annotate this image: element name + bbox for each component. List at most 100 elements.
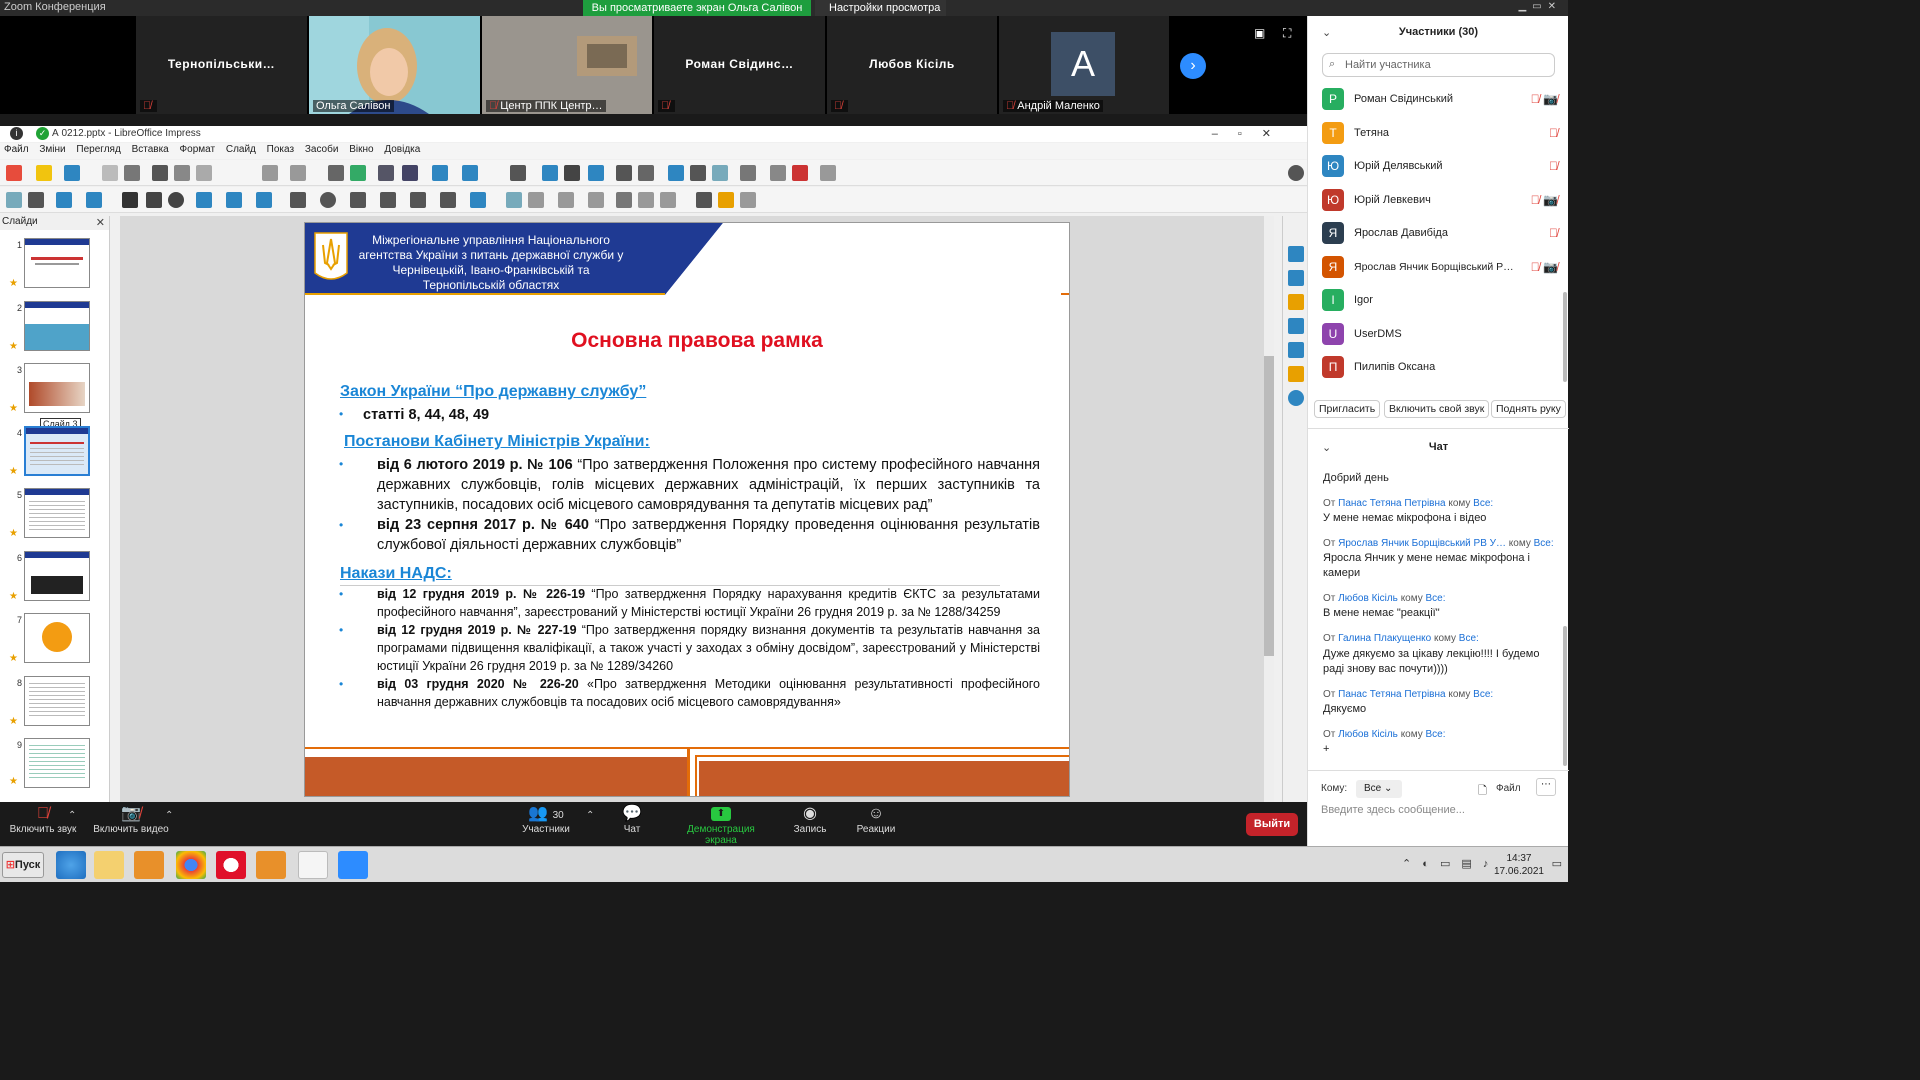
chrome-icon[interactable]: [176, 851, 206, 879]
slide-thumbnail-selected[interactable]: [24, 426, 90, 476]
crop-icon[interactable]: [638, 192, 654, 208]
taskbar-clock[interactable]: 14:37 17.06.2021: [1494, 852, 1544, 878]
fill-color-icon[interactable]: [86, 192, 102, 208]
find-icon[interactable]: [328, 165, 344, 181]
new-icon[interactable]: [6, 165, 22, 181]
delete-slide-icon[interactable]: [792, 165, 808, 181]
close-icon[interactable]: ✕: [96, 216, 105, 229]
file-explorer-icon[interactable]: [94, 851, 124, 879]
basic-shapes-icon[interactable]: [290, 192, 306, 208]
video-tile-active-speaker[interactable]: Ольга Салівон: [309, 16, 480, 114]
start-button[interactable]: ⊞Пуск: [2, 852, 44, 878]
chevron-up-icon[interactable]: ⌃: [586, 810, 594, 821]
print-icon[interactable]: [124, 165, 140, 181]
display-views-icon[interactable]: [402, 165, 418, 181]
zoom-app-icon[interactable]: [338, 851, 368, 879]
participants-button[interactable]: 👥 30 Участники: [518, 802, 574, 846]
show-draw-functions-icon[interactable]: [712, 165, 728, 181]
participant-row[interactable]: Т Тетяна 🎙̸: [1322, 122, 1562, 146]
shadow-icon[interactable]: [616, 192, 632, 208]
styles-icon[interactable]: [1288, 342, 1304, 358]
participant-row[interactable]: I Igor: [1322, 289, 1562, 313]
connector-icon[interactable]: [256, 192, 272, 208]
slide-thumbnail[interactable]: [24, 488, 90, 538]
gallery-icon[interactable]: [1288, 366, 1304, 382]
participant-row[interactable]: Ю Юрій Левкевич 🎙̸ 📷̸: [1322, 189, 1562, 213]
participants-scrollbar[interactable]: [1563, 292, 1567, 382]
master-slides-icon[interactable]: [1288, 318, 1304, 334]
media-icon[interactable]: [564, 165, 580, 181]
menu-help[interactable]: Довідка: [380, 143, 424, 156]
leave-button[interactable]: Выйти: [1246, 813, 1298, 836]
menu-window[interactable]: Вікно: [345, 143, 377, 156]
video-tile[interactable]: Тернопільськи… 🎙̸: [136, 16, 307, 114]
glue-points-icon[interactable]: [718, 192, 734, 208]
arrange-icon[interactable]: [558, 192, 574, 208]
document-icon[interactable]: [298, 851, 328, 879]
slide-layout-dropdown-icon[interactable]: [820, 165, 836, 181]
menu-show[interactable]: Показ: [263, 143, 298, 156]
view-options-button[interactable]: Настройки просмотра ⌄: [815, 0, 946, 30]
internet-explorer-icon[interactable]: [56, 851, 86, 879]
export-pdf-icon[interactable]: [102, 165, 118, 181]
grid-icon[interactable]: [378, 165, 394, 181]
start-video-button[interactable]: 📷̸ Включить видео: [92, 802, 170, 846]
participant-search-input[interactable]: Найти участника: [1322, 53, 1555, 77]
chat-recipient-select[interactable]: Все ⌄: [1356, 780, 1402, 798]
media-player-icon[interactable]: [134, 851, 164, 879]
unmute-button[interactable]: 🎙̸ Включить звук: [6, 802, 80, 846]
block-arrows-icon[interactable]: [350, 192, 366, 208]
curve-icon[interactable]: [226, 192, 242, 208]
reactions-button[interactable]: ☺ Реакции: [854, 802, 898, 846]
chat-button[interactable]: 💬 Чат: [612, 802, 652, 846]
special-character-icon[interactable]: [638, 165, 654, 181]
zoom-icon[interactable]: [28, 192, 44, 208]
slide-thumbnail[interactable]: [24, 551, 90, 601]
slide-thumbnail[interactable]: [24, 238, 90, 288]
tray-icons[interactable]: ⌃ ◐ ▭ ▤ ♪: [1402, 857, 1492, 870]
table-icon[interactable]: [510, 165, 526, 181]
unmute-self-button[interactable]: Включить свой звук: [1384, 400, 1490, 418]
chat-scrollbar[interactable]: [1563, 626, 1567, 766]
toggle-extrusion-icon[interactable]: [740, 192, 756, 208]
video-tile[interactable]: Любов Кісіль 🎙̸: [827, 16, 997, 114]
info-icon[interactable]: i: [10, 127, 23, 140]
record-button[interactable]: ◉ Запись: [790, 802, 830, 846]
undo-icon[interactable]: [262, 165, 278, 181]
participant-row[interactable]: U UserDMS: [1322, 323, 1562, 347]
cut-icon[interactable]: [152, 165, 168, 181]
file-icon[interactable]: 🗋: [1478, 782, 1487, 801]
line-icon[interactable]: [122, 192, 138, 208]
slide-thumbnail[interactable]: [24, 676, 90, 726]
participant-row[interactable]: П Пилипів Оксана: [1322, 356, 1562, 380]
slide-thumbnail[interactable]: [24, 738, 90, 788]
participant-row[interactable]: Ю Юрій Делявський 🎙̸: [1322, 155, 1562, 179]
opera-icon[interactable]: [216, 851, 246, 879]
current-slide[interactable]: Міжрегіональне управління Національного …: [304, 222, 1070, 797]
video-tile[interactable]: Роман Свідинс… 🎙̸: [654, 16, 825, 114]
slide-layout-icon[interactable]: [740, 165, 756, 181]
invite-button[interactable]: Пригласить: [1314, 400, 1381, 418]
participant-row[interactable]: Р Роман Свідинський 🎙̸ 📷̸: [1322, 88, 1562, 112]
spellcheck-icon[interactable]: [350, 165, 366, 181]
line-color-icon[interactable]: [56, 192, 72, 208]
globe-icon[interactable]: [1288, 165, 1304, 181]
points-icon[interactable]: [696, 192, 712, 208]
paste-icon[interactable]: [196, 165, 212, 181]
save-icon[interactable]: [64, 165, 80, 181]
start-presentation-icon[interactable]: [462, 165, 478, 181]
video-tile[interactable]: 🎙̸ Центр ППК Центр…: [482, 16, 652, 114]
ellipse-icon[interactable]: [168, 192, 184, 208]
distribute-icon[interactable]: [588, 192, 604, 208]
redo-icon[interactable]: [290, 165, 306, 181]
fullscreen-icon[interactable]: ⛶: [1283, 26, 1291, 41]
more-icon[interactable]: ⋯: [1536, 778, 1556, 796]
navigator-icon[interactable]: [1288, 390, 1304, 406]
3d-objects-icon[interactable]: [470, 192, 486, 208]
vertical-scrollbar[interactable]: [1264, 216, 1274, 802]
align-icon[interactable]: [528, 192, 544, 208]
fontwork-icon[interactable]: [668, 165, 684, 181]
chart-icon[interactable]: [588, 165, 604, 181]
app-icon[interactable]: [256, 851, 286, 879]
menu-tools[interactable]: Засоби: [301, 143, 343, 156]
